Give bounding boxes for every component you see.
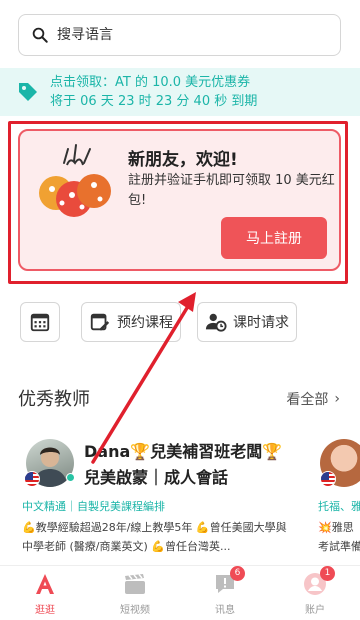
- teacher-bio-line: 考試準備: [318, 540, 360, 553]
- lesson-request-button[interactable]: 课时请求: [197, 302, 297, 342]
- online-status-dot: [66, 473, 75, 482]
- coupon-claim-text: 点击领取：AT 的 10.0 美元优惠券: [50, 75, 251, 90]
- see-all-label: 看全部: [286, 392, 329, 408]
- search-icon: [32, 27, 48, 43]
- see-all-link[interactable]: 看全部 ›: [286, 389, 340, 409]
- tab-label: 逛逛: [35, 605, 55, 616]
- teacher-bio: 💥雅思 考試準備: [318, 518, 360, 556]
- coupon-expiry-text: 将于 06 天 23 时 23 分 40 秒 到期: [50, 94, 258, 109]
- teacher-bio: 💪教學經驗超過28年/線上教學5年 💪曾任美國大學與中學老師 (醫療/商業英文)…: [22, 521, 287, 553]
- tab-messages[interactable]: 6 讯息: [180, 566, 270, 620]
- tab-label: 讯息: [215, 605, 235, 616]
- calendar-edit-icon: [90, 313, 110, 331]
- search-input[interactable]: [57, 27, 340, 43]
- us-flag-icon: [24, 471, 40, 487]
- teacher-tags: 中文精通｜自製兒美課程編排: [22, 500, 165, 513]
- welcome-card: 新朋友，欢迎! 註册并验证手机即可领取 10 美元红包! 马上註册: [18, 129, 341, 271]
- bottom-tab-bar: 逛逛 短视频 6 讯息 1 账户: [0, 565, 360, 620]
- us-flag-icon: [320, 471, 336, 487]
- tab-label: 短视频: [120, 605, 150, 616]
- tab-label: 账户: [305, 605, 325, 616]
- brand-logo-icon: [36, 574, 54, 594]
- tab-short-video[interactable]: 短视频: [90, 566, 180, 620]
- section-title-top-teachers: 优秀教师: [18, 389, 90, 410]
- register-button[interactable]: 马上註册: [221, 217, 327, 259]
- tag-icon: [19, 83, 37, 101]
- teacher-card[interactable]: 托福、雅思 💥雅思 考試準備: [312, 425, 360, 565]
- tab-explore[interactable]: 逛逛: [0, 566, 90, 620]
- tab-account[interactable]: 1 账户: [270, 566, 360, 620]
- calendar-icon: [30, 313, 50, 332]
- coupon-banner[interactable]: 点击领取：AT 的 10.0 美元优惠券 将于 06 天 23 时 23 分 4…: [0, 68, 360, 116]
- user-clock-icon: [205, 313, 227, 332]
- book-lesson-label: 预约课程: [117, 315, 173, 331]
- lesson-request-label: 课时请求: [233, 315, 289, 331]
- book-lesson-button[interactable]: 预约课程: [81, 302, 181, 342]
- teacher-bio-line: 💥雅思: [318, 521, 354, 534]
- teacher-name: Dana🏆兒美補習班老闆🏆兒美啟蒙｜成人會話: [84, 442, 283, 487]
- welcome-title: 新朋友，欢迎!: [128, 150, 238, 170]
- calendar-button[interactable]: [20, 302, 60, 342]
- messages-badge: 6: [230, 566, 245, 581]
- welcome-description: 註册并验证手机即可领取 10 美元红包!: [128, 173, 335, 208]
- chevron-right-icon: ›: [334, 391, 340, 407]
- teacher-card[interactable]: Dana🏆兒美補習班老闆🏆兒美啟蒙｜成人會話 中文精通｜自製兒美課程編排 💪教學…: [18, 425, 294, 565]
- gift-illustration: [39, 144, 111, 217]
- teacher-tags: 托福、雅思: [318, 500, 360, 513]
- clapperboard-icon: [125, 574, 145, 594]
- account-badge: 1: [320, 566, 335, 581]
- search-bar[interactable]: [18, 14, 341, 56]
